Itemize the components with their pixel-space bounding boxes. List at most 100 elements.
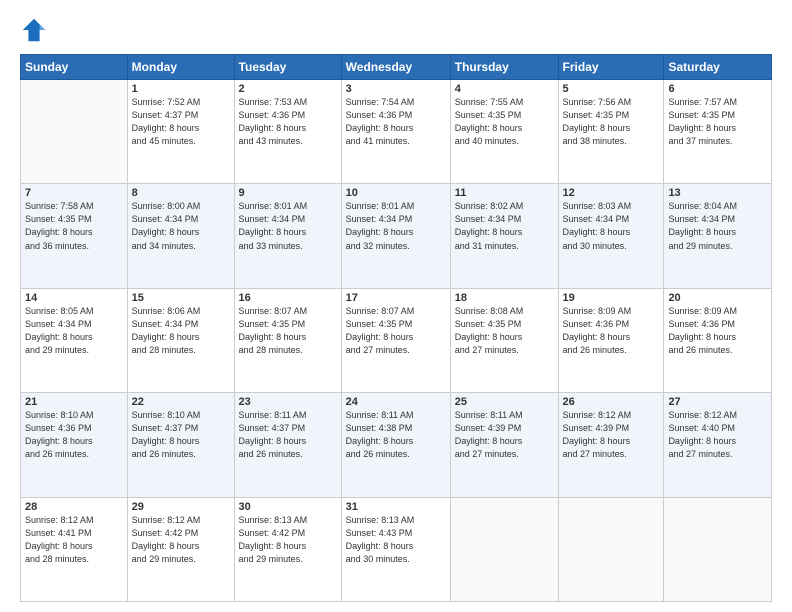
day-info: Sunrise: 8:00 AM Sunset: 4:34 PM Dayligh… <box>132 200 230 252</box>
day-info: Sunrise: 7:57 AM Sunset: 4:35 PM Dayligh… <box>668 96 767 148</box>
day-number: 26 <box>563 396 660 408</box>
day-info: Sunrise: 8:09 AM Sunset: 4:36 PM Dayligh… <box>563 305 660 357</box>
day-cell: 24Sunrise: 8:11 AM Sunset: 4:38 PM Dayli… <box>341 393 450 497</box>
day-cell: 7Sunrise: 7:58 AM Sunset: 4:35 PM Daylig… <box>21 184 128 288</box>
day-cell: 4Sunrise: 7:55 AM Sunset: 4:35 PM Daylig… <box>450 80 558 184</box>
day-number: 28 <box>25 501 123 513</box>
day-cell: 16Sunrise: 8:07 AM Sunset: 4:35 PM Dayli… <box>234 288 341 392</box>
week-row-3: 14Sunrise: 8:05 AM Sunset: 4:34 PM Dayli… <box>21 288 772 392</box>
calendar: SundayMondayTuesdayWednesdayThursdayFrid… <box>20 54 772 602</box>
day-cell: 11Sunrise: 8:02 AM Sunset: 4:34 PM Dayli… <box>450 184 558 288</box>
day-number: 25 <box>455 396 554 408</box>
day-number: 1 <box>132 83 230 95</box>
day-cell: 8Sunrise: 8:00 AM Sunset: 4:34 PM Daylig… <box>127 184 234 288</box>
day-cell: 20Sunrise: 8:09 AM Sunset: 4:36 PM Dayli… <box>664 288 772 392</box>
day-number: 22 <box>132 396 230 408</box>
day-cell: 21Sunrise: 8:10 AM Sunset: 4:36 PM Dayli… <box>21 393 128 497</box>
day-cell: 28Sunrise: 8:12 AM Sunset: 4:41 PM Dayli… <box>21 497 128 601</box>
day-info: Sunrise: 8:02 AM Sunset: 4:34 PM Dayligh… <box>455 200 554 252</box>
day-cell <box>21 80 128 184</box>
weekday-header-thursday: Thursday <box>450 55 558 80</box>
day-info: Sunrise: 8:07 AM Sunset: 4:35 PM Dayligh… <box>346 305 446 357</box>
day-info: Sunrise: 8:03 AM Sunset: 4:34 PM Dayligh… <box>563 200 660 252</box>
day-info: Sunrise: 8:11 AM Sunset: 4:37 PM Dayligh… <box>239 409 337 461</box>
day-cell: 29Sunrise: 8:12 AM Sunset: 4:42 PM Dayli… <box>127 497 234 601</box>
day-number: 6 <box>668 83 767 95</box>
header <box>20 16 772 44</box>
logo <box>20 16 52 44</box>
day-cell <box>558 497 664 601</box>
weekday-header-sunday: Sunday <box>21 55 128 80</box>
day-info: Sunrise: 7:52 AM Sunset: 4:37 PM Dayligh… <box>132 96 230 148</box>
weekday-header-saturday: Saturday <box>664 55 772 80</box>
day-cell: 10Sunrise: 8:01 AM Sunset: 4:34 PM Dayli… <box>341 184 450 288</box>
day-info: Sunrise: 8:05 AM Sunset: 4:34 PM Dayligh… <box>25 305 123 357</box>
day-cell: 23Sunrise: 8:11 AM Sunset: 4:37 PM Dayli… <box>234 393 341 497</box>
day-cell: 15Sunrise: 8:06 AM Sunset: 4:34 PM Dayli… <box>127 288 234 392</box>
day-cell: 9Sunrise: 8:01 AM Sunset: 4:34 PM Daylig… <box>234 184 341 288</box>
day-number: 8 <box>132 187 230 199</box>
day-cell: 26Sunrise: 8:12 AM Sunset: 4:39 PM Dayli… <box>558 393 664 497</box>
day-cell: 12Sunrise: 8:03 AM Sunset: 4:34 PM Dayli… <box>558 184 664 288</box>
day-info: Sunrise: 8:12 AM Sunset: 4:41 PM Dayligh… <box>25 514 123 566</box>
week-row-1: 1Sunrise: 7:52 AM Sunset: 4:37 PM Daylig… <box>21 80 772 184</box>
day-info: Sunrise: 8:12 AM Sunset: 4:40 PM Dayligh… <box>668 409 767 461</box>
day-info: Sunrise: 7:54 AM Sunset: 4:36 PM Dayligh… <box>346 96 446 148</box>
day-info: Sunrise: 8:12 AM Sunset: 4:42 PM Dayligh… <box>132 514 230 566</box>
day-info: Sunrise: 7:56 AM Sunset: 4:35 PM Dayligh… <box>563 96 660 148</box>
day-info: Sunrise: 7:53 AM Sunset: 4:36 PM Dayligh… <box>239 96 337 148</box>
day-cell: 18Sunrise: 8:08 AM Sunset: 4:35 PM Dayli… <box>450 288 558 392</box>
day-number: 30 <box>239 501 337 513</box>
day-info: Sunrise: 8:01 AM Sunset: 4:34 PM Dayligh… <box>239 200 337 252</box>
day-info: Sunrise: 8:13 AM Sunset: 4:43 PM Dayligh… <box>346 514 446 566</box>
day-number: 15 <box>132 292 230 304</box>
day-number: 12 <box>563 187 660 199</box>
day-info: Sunrise: 8:04 AM Sunset: 4:34 PM Dayligh… <box>668 200 767 252</box>
day-number: 18 <box>455 292 554 304</box>
day-number: 10 <box>346 187 446 199</box>
day-number: 5 <box>563 83 660 95</box>
day-number: 23 <box>239 396 337 408</box>
day-info: Sunrise: 8:10 AM Sunset: 4:36 PM Dayligh… <box>25 409 123 461</box>
day-cell: 19Sunrise: 8:09 AM Sunset: 4:36 PM Dayli… <box>558 288 664 392</box>
day-cell: 17Sunrise: 8:07 AM Sunset: 4:35 PM Dayli… <box>341 288 450 392</box>
weekday-header-row: SundayMondayTuesdayWednesdayThursdayFrid… <box>21 55 772 80</box>
day-cell: 14Sunrise: 8:05 AM Sunset: 4:34 PM Dayli… <box>21 288 128 392</box>
day-cell: 30Sunrise: 8:13 AM Sunset: 4:42 PM Dayli… <box>234 497 341 601</box>
day-cell: 6Sunrise: 7:57 AM Sunset: 4:35 PM Daylig… <box>664 80 772 184</box>
day-info: Sunrise: 7:58 AM Sunset: 4:35 PM Dayligh… <box>25 200 123 252</box>
day-cell: 31Sunrise: 8:13 AM Sunset: 4:43 PM Dayli… <box>341 497 450 601</box>
day-info: Sunrise: 8:12 AM Sunset: 4:39 PM Dayligh… <box>563 409 660 461</box>
day-number: 7 <box>25 187 123 199</box>
day-info: Sunrise: 8:09 AM Sunset: 4:36 PM Dayligh… <box>668 305 767 357</box>
day-cell <box>450 497 558 601</box>
day-number: 3 <box>346 83 446 95</box>
day-number: 19 <box>563 292 660 304</box>
day-number: 29 <box>132 501 230 513</box>
day-cell <box>664 497 772 601</box>
day-number: 17 <box>346 292 446 304</box>
weekday-header-monday: Monday <box>127 55 234 80</box>
day-info: Sunrise: 8:01 AM Sunset: 4:34 PM Dayligh… <box>346 200 446 252</box>
day-info: Sunrise: 8:11 AM Sunset: 4:38 PM Dayligh… <box>346 409 446 461</box>
day-number: 21 <box>25 396 123 408</box>
day-number: 27 <box>668 396 767 408</box>
day-number: 20 <box>668 292 767 304</box>
weekday-header-friday: Friday <box>558 55 664 80</box>
day-cell: 27Sunrise: 8:12 AM Sunset: 4:40 PM Dayli… <box>664 393 772 497</box>
day-cell: 13Sunrise: 8:04 AM Sunset: 4:34 PM Dayli… <box>664 184 772 288</box>
day-info: Sunrise: 8:06 AM Sunset: 4:34 PM Dayligh… <box>132 305 230 357</box>
day-number: 11 <box>455 187 554 199</box>
week-row-2: 7Sunrise: 7:58 AM Sunset: 4:35 PM Daylig… <box>21 184 772 288</box>
day-cell: 5Sunrise: 7:56 AM Sunset: 4:35 PM Daylig… <box>558 80 664 184</box>
day-number: 14 <box>25 292 123 304</box>
day-number: 16 <box>239 292 337 304</box>
day-number: 31 <box>346 501 446 513</box>
day-number: 24 <box>346 396 446 408</box>
day-info: Sunrise: 8:13 AM Sunset: 4:42 PM Dayligh… <box>239 514 337 566</box>
day-info: Sunrise: 8:11 AM Sunset: 4:39 PM Dayligh… <box>455 409 554 461</box>
day-cell: 3Sunrise: 7:54 AM Sunset: 4:36 PM Daylig… <box>341 80 450 184</box>
week-row-4: 21Sunrise: 8:10 AM Sunset: 4:36 PM Dayli… <box>21 393 772 497</box>
day-info: Sunrise: 8:07 AM Sunset: 4:35 PM Dayligh… <box>239 305 337 357</box>
weekday-header-tuesday: Tuesday <box>234 55 341 80</box>
